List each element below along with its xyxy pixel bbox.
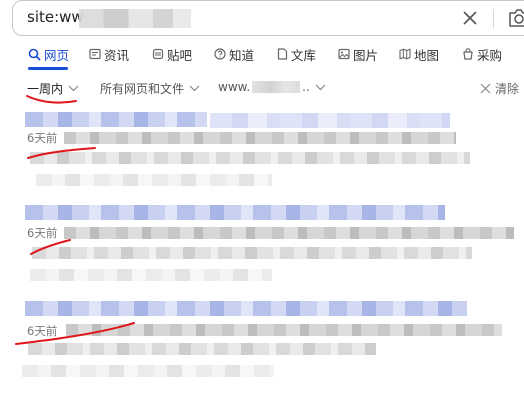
tab-label: 网页: [44, 47, 70, 63]
type-filter-dropdown[interactable]: 所有网页和文件: [100, 80, 200, 97]
close-icon[interactable]: [459, 7, 481, 29]
active-tab-indicator: [28, 67, 68, 70]
camera-icon[interactable]: [507, 7, 524, 29]
tab-zhidao[interactable]: 知道: [214, 44, 254, 64]
tab-label: 知道: [229, 47, 255, 63]
search-input[interactable]: site:ww: [27, 8, 84, 26]
map-icon: [399, 48, 411, 60]
site-filter-redacted: [252, 81, 301, 93]
close-icon: [480, 83, 491, 94]
result-source: [30, 269, 272, 281]
result-date: 6天前: [27, 226, 58, 240]
search-query-redacted: [79, 9, 191, 28]
tab-label: 文库: [291, 47, 317, 63]
purchase-icon: [463, 48, 473, 60]
result-snippet: [28, 343, 376, 355]
clear-filters-label: 清除: [495, 82, 520, 96]
tab-purchase[interactable]: 采购: [462, 44, 502, 64]
result-title[interactable]: [25, 205, 445, 220]
tab-label: 地图: [414, 47, 440, 63]
tab-label: 采购: [477, 47, 503, 63]
search-tabs: 网页 资讯 贴吧 知道 文库 图片 地图 采购: [0, 44, 524, 70]
chevron-down-icon: [315, 84, 326, 90]
time-filter-dropdown[interactable]: 一周内: [27, 80, 79, 97]
site-filter-suffix: ..: [302, 80, 310, 94]
news-icon: [89, 48, 101, 60]
document-icon: [277, 48, 288, 60]
site-filter-dropdown[interactable]: www. ..: [218, 80, 326, 94]
result-snippet: [30, 152, 470, 164]
tab-label: 资讯: [104, 47, 130, 63]
tab-news[interactable]: 资讯: [89, 44, 129, 64]
tab-label: 贴吧: [167, 47, 193, 63]
result-snippet: [66, 324, 502, 336]
filter-bar: 一周内 所有网页和文件 www. .. 清除: [0, 80, 524, 100]
time-filter-label: 一周内: [27, 82, 64, 96]
site-filter-prefix: www.: [218, 80, 251, 94]
result-title-tail[interactable]: [210, 113, 450, 128]
result-title[interactable]: [25, 112, 207, 127]
question-icon: [214, 48, 226, 60]
chevron-down-icon: [189, 85, 200, 92]
tab-tieba[interactable]: 贴吧: [152, 44, 192, 64]
result-snippet: [64, 132, 456, 144]
type-filter-label: 所有网页和文件: [100, 82, 185, 96]
tab-images[interactable]: 图片: [338, 44, 378, 64]
chevron-down-icon: [68, 85, 79, 92]
result-title[interactable]: [25, 301, 467, 316]
search-divider: [493, 9, 494, 28]
clear-filters-button[interactable]: 清除: [480, 80, 519, 97]
result-source: [36, 174, 272, 186]
tab-web[interactable]: 网页: [28, 44, 69, 64]
result-date: 6天前: [27, 324, 58, 338]
result-snippet: [32, 247, 472, 259]
search-icon: [28, 48, 41, 61]
result-date: 6天前: [27, 131, 58, 145]
search-box[interactable]: site:ww: [12, 0, 524, 36]
tab-wenku[interactable]: 文库: [277, 44, 316, 64]
image-icon: [338, 48, 350, 60]
result-source: [22, 365, 274, 377]
tab-label: 图片: [353, 47, 379, 63]
tieba-icon: [152, 48, 164, 60]
tab-map[interactable]: 地图: [399, 44, 439, 64]
result-snippet: [64, 227, 514, 239]
